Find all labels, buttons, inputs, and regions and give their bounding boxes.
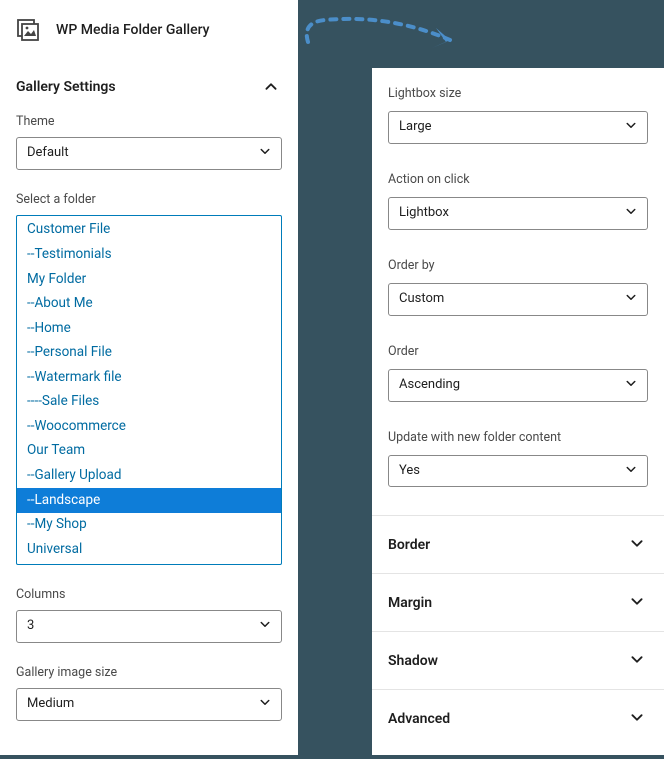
action-on-click-select[interactable]: Lightbox	[388, 197, 648, 230]
lightbox-size-select[interactable]: Large	[388, 111, 648, 144]
folder-option[interactable]: --About Me	[17, 292, 281, 317]
order-select[interactable]: Ascending	[388, 369, 648, 402]
update-folder-label: Update with new folder content	[388, 430, 648, 445]
image-size-select-value: Medium	[16, 688, 282, 721]
select-folder-label: Select a folder	[16, 192, 282, 207]
section-title: Gallery Settings	[16, 79, 116, 95]
update-folder-field: Update with new folder content Yes	[388, 430, 648, 488]
folder-option[interactable]: --Landscape	[17, 488, 281, 513]
image-size-field: Gallery image size Medium	[16, 665, 282, 721]
order-by-value: Custom	[388, 283, 648, 316]
folder-option[interactable]: Universal	[17, 537, 281, 562]
folder-option[interactable]: --Gallery Upload	[17, 464, 281, 489]
select-folder-field: Select a folder Customer File--Testimoni…	[16, 192, 282, 565]
update-folder-value: Yes	[388, 455, 648, 488]
action-on-click-label: Action on click	[388, 172, 648, 187]
accordion-border-label: Border	[388, 537, 430, 553]
action-on-click-field: Action on click Lightbox	[388, 172, 648, 230]
accordion-border[interactable]: Border	[372, 515, 664, 573]
columns-field: Columns 3	[16, 587, 282, 643]
theme-select-value: Default	[16, 137, 282, 170]
chevron-down-icon	[626, 590, 648, 616]
gallery-settings-section-header[interactable]: Gallery Settings	[0, 64, 298, 110]
lightbox-size-field: Lightbox size Large	[388, 86, 648, 144]
accordion-shadow-label: Shadow	[388, 653, 438, 669]
columns-label: Columns	[16, 587, 282, 602]
folder-option[interactable]: Our Team	[17, 439, 281, 464]
order-field: Order Ascending	[388, 344, 648, 402]
right-panel-body: Lightbox size Large Action on click Ligh…	[372, 68, 664, 487]
lightbox-size-value: Large	[388, 111, 648, 144]
folder-option[interactable]: My Folder	[17, 267, 281, 292]
accordion-margin-label: Margin	[388, 595, 432, 611]
order-by-select[interactable]: Custom	[388, 283, 648, 316]
theme-select[interactable]: Default	[16, 137, 282, 170]
order-value: Ascending	[388, 369, 648, 402]
accordion-margin[interactable]: Margin	[372, 573, 664, 631]
folder-listbox[interactable]: Customer File--TestimonialsMy Folder--Ab…	[16, 215, 282, 565]
action-on-click-value: Lightbox	[388, 197, 648, 230]
columns-select[interactable]: 3	[16, 610, 282, 643]
lightbox-size-label: Lightbox size	[388, 86, 648, 101]
panel-header: WP Media Folder Gallery	[0, 0, 298, 64]
folder-option[interactable]: ----Sale Files	[17, 390, 281, 415]
image-size-label: Gallery image size	[16, 665, 282, 680]
accordion-shadow[interactable]: Shadow	[372, 631, 664, 689]
left-settings-panel: WP Media Folder Gallery Gallery Settings…	[0, 0, 298, 755]
right-settings-panel: Lightbox size Large Action on click Ligh…	[372, 68, 664, 755]
order-by-label: Order by	[388, 258, 648, 273]
columns-select-value: 3	[16, 610, 282, 643]
chevron-down-icon	[626, 648, 648, 674]
gallery-icon	[16, 18, 40, 42]
accordion-advanced[interactable]: Advanced	[372, 689, 664, 747]
gallery-settings-body: Theme Default Select a folder Customer F…	[0, 110, 298, 759]
chevron-up-icon	[260, 76, 282, 98]
order-by-field: Order by Custom	[388, 258, 648, 316]
chevron-down-icon	[626, 706, 648, 732]
folder-option[interactable]: --Personal File	[17, 341, 281, 366]
panel-title: WP Media Folder Gallery	[56, 22, 210, 38]
order-label: Order	[388, 344, 648, 359]
folder-option[interactable]: --Watermark file	[17, 365, 281, 390]
accordion-advanced-label: Advanced	[388, 711, 450, 727]
arrow-decoration	[300, 12, 480, 62]
theme-label: Theme	[16, 114, 282, 129]
folder-option[interactable]: --My Shop	[17, 513, 281, 538]
folder-option[interactable]: --Woocommerce	[17, 414, 281, 439]
chevron-down-icon	[626, 532, 648, 558]
update-folder-select[interactable]: Yes	[388, 455, 648, 488]
folder-option[interactable]: --Home	[17, 316, 281, 341]
folder-option[interactable]: --Testimonials	[17, 242, 281, 267]
theme-field: Theme Default	[16, 114, 282, 170]
image-size-select[interactable]: Medium	[16, 688, 282, 721]
folder-option[interactable]: Customer File	[17, 218, 281, 243]
